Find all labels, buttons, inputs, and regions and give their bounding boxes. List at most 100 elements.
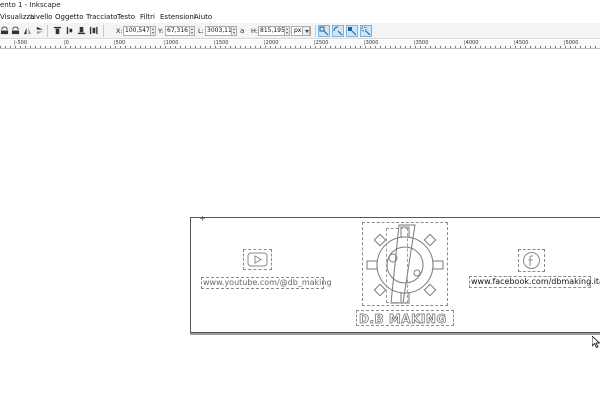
ruler-tick — [25, 46, 26, 48]
height-field[interactable]: 815,195 — [258, 26, 285, 36]
ruler-tick — [305, 46, 306, 48]
ruler-label: |4500 — [514, 40, 529, 46]
toolbar-separator — [47, 25, 48, 37]
raise-to-top-icon[interactable] — [53, 26, 62, 35]
y-label: Y: — [158, 27, 164, 35]
ruler-label: |1500 — [214, 40, 229, 46]
menu-testo[interactable]: Testo — [117, 13, 135, 21]
ruler-label: |-500 — [14, 40, 28, 46]
ruler-label: |2000 — [264, 40, 279, 46]
ruler-tick — [350, 46, 351, 48]
ruler-tick — [235, 46, 236, 48]
menu-tracciato[interactable]: Tracciato — [86, 13, 117, 21]
ruler-tick — [165, 46, 166, 48]
ruler-tick — [555, 46, 556, 48]
menu-aiuto[interactable]: Aiuto — [194, 13, 212, 21]
menu-oggetto[interactable]: Oggetto — [55, 13, 83, 21]
scale-radii-icon — [333, 26, 343, 36]
window-title: ento 1 - Inkscape — [0, 1, 61, 9]
ruler-tick — [75, 46, 76, 48]
rotate-ccw-icon[interactable] — [0, 26, 9, 35]
flip-vertical-icon[interactable] — [35, 26, 44, 35]
ruler-tick — [155, 46, 156, 48]
ruler-tick — [210, 46, 211, 48]
ruler-tick — [70, 46, 71, 48]
ruler-tick — [550, 46, 551, 48]
menu-estensioni[interactable]: Estensioni — [160, 13, 196, 21]
ruler-tick — [115, 46, 116, 48]
ruler-tick — [585, 46, 586, 48]
scale-stroke-toggle[interactable] — [318, 25, 330, 37]
scale-radii-toggle[interactable] — [332, 25, 344, 37]
ruler-tick — [85, 46, 86, 48]
ruler-tick — [35, 46, 36, 48]
ruler-tick — [185, 46, 186, 48]
logo-text-box[interactable]: D.B MAKING — [356, 310, 454, 326]
height-spinner[interactable] — [285, 26, 290, 36]
move-patterns-icon — [361, 26, 371, 36]
ruler-tick — [215, 46, 216, 48]
width-field[interactable]: 3003,11 — [205, 26, 232, 36]
ruler-tick — [375, 46, 376, 48]
ruler-tick — [325, 46, 326, 48]
ruler-tick — [125, 46, 126, 48]
title-bar: ento 1 - Inkscape — [0, 0, 600, 11]
lower-to-bottom-icon[interactable] — [89, 26, 98, 35]
raise-icon[interactable] — [65, 26, 74, 35]
ruler-tick — [345, 46, 346, 48]
ruler-tick — [445, 46, 446, 48]
ruler-tick — [160, 46, 161, 48]
ruler-tick — [330, 46, 331, 48]
ruler-label: |500 — [114, 40, 126, 46]
facebook-link-text: www.facebook.com/dbmaking.ita — [471, 277, 600, 286]
facebook-text-box[interactable]: www.facebook.com/dbmaking.ita — [469, 276, 600, 288]
youtube-text-box[interactable]: www.youtube.com/@db_making — [201, 277, 332, 289]
menu-livello[interactable]: Livello — [30, 13, 52, 21]
ruler-tick — [135, 46, 136, 48]
ruler-label: |3000 — [364, 40, 379, 46]
x-field[interactable]: 100,547 — [123, 26, 151, 36]
lower-icon[interactable] — [77, 26, 86, 35]
ruler-tick — [545, 46, 546, 48]
lock-icon[interactable]: a — [240, 27, 244, 35]
logo-lightning-bolt[interactable] — [386, 228, 408, 303]
ruler-tick — [475, 46, 476, 48]
y-field[interactable]: 67,316 — [165, 26, 190, 36]
ruler-tick — [145, 46, 146, 48]
ruler-tick — [465, 46, 466, 48]
ruler-tick — [355, 46, 356, 48]
ruler-tick — [150, 46, 151, 48]
ruler-tick — [335, 46, 336, 48]
ruler-tick — [505, 46, 506, 48]
x-spinner[interactable] — [151, 26, 156, 36]
ruler-tick — [460, 46, 461, 48]
ruler-tick — [45, 46, 46, 48]
ruler-tick — [175, 46, 176, 48]
ruler-tick — [10, 46, 11, 48]
unit-dropdown-chevron-icon[interactable] — [302, 26, 310, 36]
ruler-tick — [365, 46, 366, 48]
ruler-label: |0 — [64, 40, 69, 46]
horizontal-ruler[interactable]: |-500 |0 |500 |1000 |1500 |2000 |2500 |3000 |350… — [0, 40, 600, 49]
youtube-icon[interactable] — [243, 249, 272, 270]
ruler-tick — [250, 46, 251, 48]
ruler-tick — [420, 46, 421, 48]
move-patterns-toggle[interactable] — [360, 25, 372, 37]
menu-filtri[interactable]: Filtri — [140, 13, 155, 21]
ruler-tick — [450, 46, 451, 48]
ruler-tick — [415, 46, 416, 48]
ruler-tick — [120, 46, 121, 48]
ruler-label: |3500 — [414, 40, 429, 46]
width-spinner[interactable] — [232, 26, 237, 36]
y-spinner[interactable] — [190, 26, 195, 36]
facebook-icon[interactable] — [518, 249, 545, 272]
flip-horizontal-icon[interactable] — [23, 26, 32, 35]
ruler-tick — [370, 46, 371, 48]
ruler-tick — [230, 46, 231, 48]
ruler-tick — [300, 46, 301, 48]
rotate-cw-icon[interactable] — [11, 26, 20, 35]
ruler-tick — [240, 46, 241, 48]
move-gradients-toggle[interactable] — [346, 25, 358, 37]
ruler-tick — [570, 46, 571, 48]
ruler-tick — [260, 46, 261, 48]
